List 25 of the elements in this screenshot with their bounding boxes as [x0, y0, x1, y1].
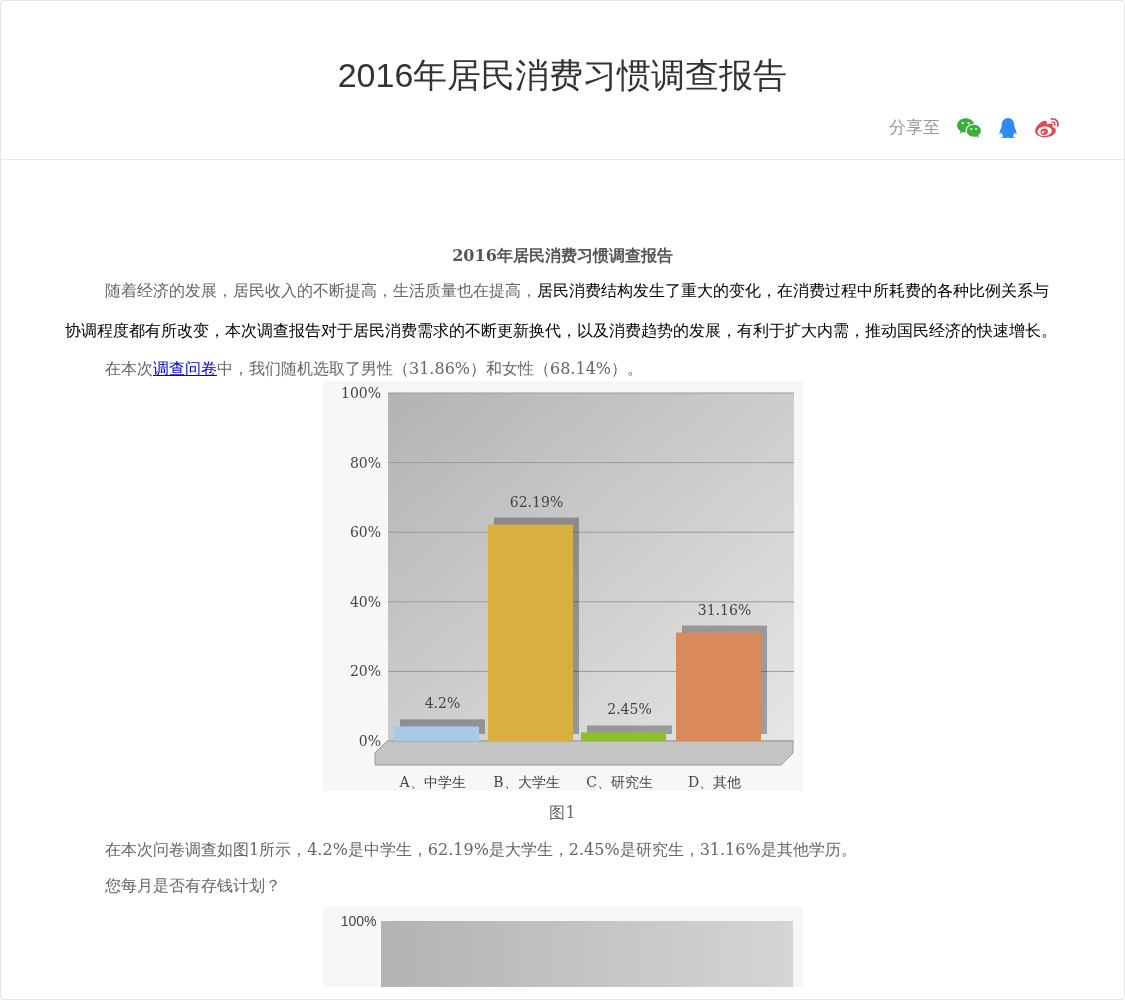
intro-paragraph: 随着经济的发展，居民收入的不断提高，生活质量也在提高，居民消费结构发生了重大的变化，在消费过程中所耗费的各种比例关系与协调程度都有所改变，本次调查报告对于居民消费需求的不断更新换代，以及消费趋势的发展，有利于扩大内需，推动国民经济的快速增长。	[65, 280, 1058, 341]
category-label: C、研究生	[585, 774, 653, 790]
article-heading: 2016年居民消费习惯调查报告	[451, 245, 674, 267]
y-tick-label: 60%	[349, 524, 381, 541]
summary-text: 在本次问卷调查如图1所示，4.2%是中学生，62.19%是大学生，2.45%是研究生，31.16%是其他学历。	[104, 839, 858, 861]
share-label: 分享至	[889, 117, 940, 140]
sample-text: 在本次	[105, 359, 153, 378]
y-tick-label: 20%	[349, 663, 381, 680]
question-text: 您每月是否有存钱计划？	[104, 875, 282, 897]
y-tick-label: 40%	[349, 593, 381, 610]
y-tick-label: 0%	[358, 733, 381, 749]
value-label: 4.2%	[424, 695, 460, 712]
survey-link[interactable]: 调查问卷	[153, 359, 217, 378]
value-label: 31.16%	[697, 601, 751, 618]
value-label: 2.45%	[606, 701, 652, 718]
category-label: D、其他	[687, 774, 741, 790]
value-label: 62.19%	[509, 493, 563, 510]
page-title: 2016年居民消费习惯调查报告	[336, 55, 789, 96]
figure-caption: 图1	[548, 802, 577, 824]
sample-text: 中，我们随机选取了男性（31.86%）和女性（68.14%）。	[217, 359, 643, 378]
y-tick-label: 80%	[349, 454, 381, 471]
category-label: B、大学生	[492, 774, 560, 790]
category-label: A、中学生	[398, 774, 466, 790]
y-tick-label: 100%	[340, 385, 381, 401]
y-tick-label: 100%	[339, 912, 378, 931]
